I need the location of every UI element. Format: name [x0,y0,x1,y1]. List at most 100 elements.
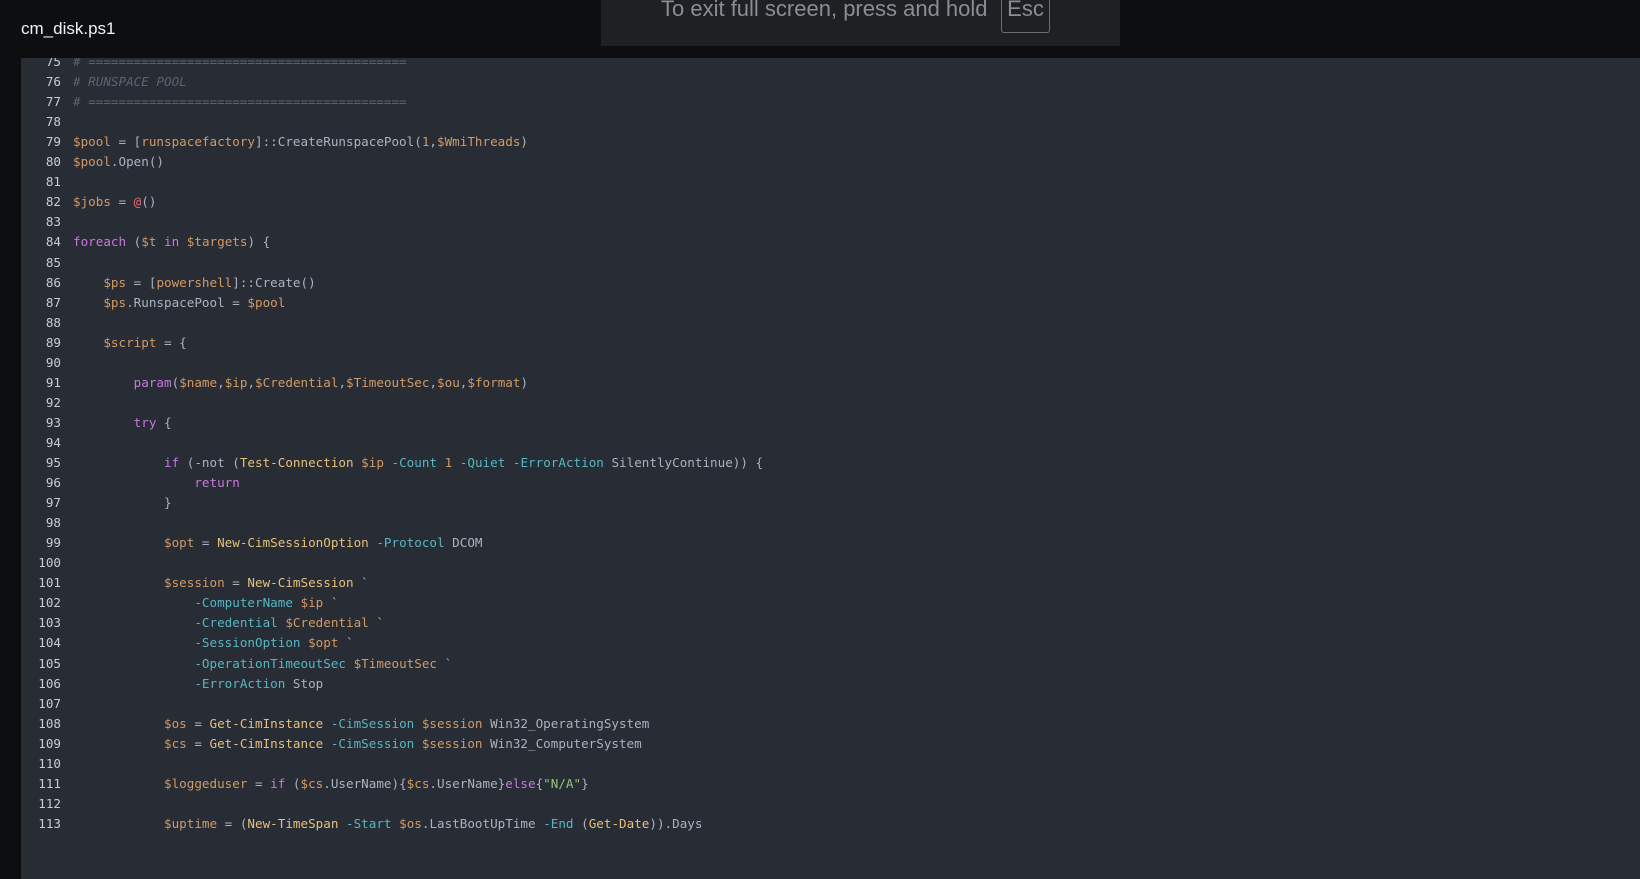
code-token: Win32_OperatingSystem [482,715,650,731]
code-token: # ======================================… [73,58,407,69]
code-token: $jobs [73,194,111,210]
code-token: ]::Create() [232,274,316,290]
line-number: 109 [38,735,61,751]
code-token: New-CimSessionOption [217,535,369,551]
line-number: 87 [45,294,61,310]
code-token: Get-Date [588,815,650,831]
code-token: $ps [103,274,127,290]
code-token: try [133,414,157,430]
line-number: 91 [45,374,61,390]
line-number: 76 [45,74,61,90]
code-token: runspacefactory [141,134,255,150]
code-line: 79 $pool = [runspacefactory]::CreateRunsp… [21,131,1640,152]
code-text: -SessionOption $opt ` [73,632,353,653]
code-token: $t [141,234,157,250]
line-number: 99 [45,535,61,551]
code-line: 76 # RUNSPACE POOL [21,71,1640,92]
code-text: $script = { [73,332,187,353]
code-token: $pool [247,294,286,310]
code-token: } [581,775,589,791]
line-number: 83 [45,214,61,230]
code-token: $session [421,735,483,751]
code-line: 104 -SessionOption $opt ` [21,632,1640,653]
code-token: ( [126,234,142,250]
code-token: New-CimSession [247,575,354,591]
code-token: = { [156,334,187,350]
code-text: if (-not (Test-Connection $ip -Count 1 -… [73,452,763,473]
code-editor[interactable]: 75 # ====================================… [21,58,1640,879]
code-token: .RunspacePool = [126,294,248,310]
code-token: if [164,455,180,470]
code-token: -End [543,815,574,831]
code-text: # RUNSPACE POOL [73,71,187,92]
code-token: , [217,374,225,390]
code-token: Win32_ComputerSystem [482,735,642,751]
line-number: 110 [38,755,61,771]
line-number: 89 [45,334,61,350]
code-line: 83 [21,211,1640,232]
line-number: 102 [38,595,61,611]
code-line: 102 -ComputerName $ip ` [21,592,1640,613]
line-number: 104 [38,635,61,651]
code-text: $pool.Open() [73,151,164,172]
code-token: -ErrorAction [512,455,604,470]
code-token: .LastBootUpTime [421,815,544,831]
code-token: ( [285,775,301,791]
esc-key-badge: Esc [1001,0,1050,33]
code-token: powershell [156,274,233,290]
code-line: 93 try { [21,412,1640,433]
line-number: 78 [45,114,61,130]
line-number: 101 [38,575,61,591]
code-token: = [110,194,134,210]
code-token: param [133,374,172,390]
code-text: $pool = [runspacefactory]::CreateRunspac… [73,131,528,152]
code-token: ) [520,134,528,150]
code-token: -ErrorAction [194,675,286,691]
code-text: $os = Get-CimInstance -CimSession $sessi… [73,713,649,734]
line-number: 113 [38,815,61,831]
code-token: Test-Connection [239,455,354,470]
code-token: $pool [73,134,111,150]
line-number: 100 [38,555,61,571]
code-line: 84 foreach ($t in $targets) { [21,231,1640,252]
code-token: $opt [308,635,339,651]
line-number: 106 [38,675,61,691]
code-line: 109 $cs = Get-CimInstance -CimSession $s… [21,733,1640,754]
code-line: 100 [21,552,1640,573]
code-token: } [73,495,172,511]
code-token: -CimSession [330,715,415,731]
code-token: ]::CreateRunspacePool( [255,134,422,150]
code-line: 113 $uptime = (New-TimeSpan -Start $os.L… [21,813,1640,834]
code-text: # ======================================… [73,58,407,72]
code-line: 110 [21,753,1640,774]
line-number: 103 [38,615,61,631]
file-name: cm_disk.ps1 [21,19,116,38]
code-line: 91 param($name,$ip,$Credential,$TimeoutS… [21,372,1640,393]
code-token: .UserName} [429,775,506,791]
code-line: 80 $pool.Open() [21,151,1640,172]
code-token: $os [164,715,187,731]
code-line: 112 [21,793,1640,814]
code-line: 99 $opt = New-CimSessionOption -Protocol… [21,532,1640,553]
code-token: $Credential [285,615,369,631]
code-token: ) { [247,234,271,250]
code-token: $opt [164,535,195,551]
code-text: $loggeduser = if ($cs.UserName){$cs.User… [73,773,589,794]
code-token: = [ [110,134,142,150]
code-line: 90 [21,352,1640,373]
code-token: $WmiThreads [437,134,521,150]
line-number: 107 [38,695,61,711]
